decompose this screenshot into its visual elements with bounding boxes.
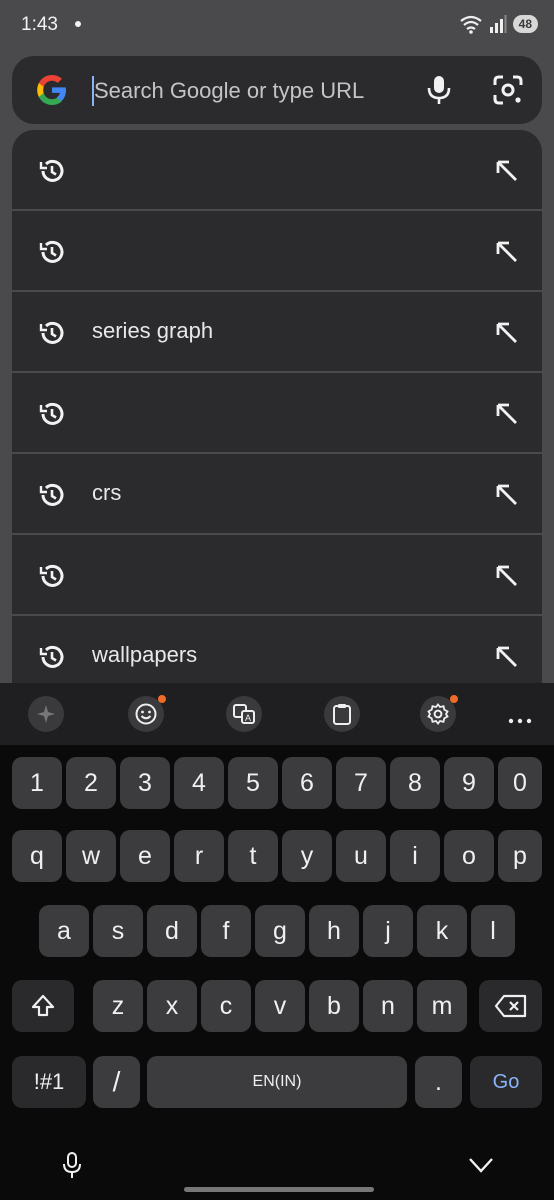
- keyboard-toolbar: A: [0, 683, 554, 745]
- key-o[interactable]: o: [444, 830, 494, 882]
- fill-query-arrow-icon[interactable]: [494, 239, 520, 265]
- key-slash[interactable]: /: [93, 1056, 140, 1108]
- backspace-icon: [494, 994, 526, 1018]
- wifi-icon: [459, 15, 482, 34]
- key-l[interactable]: l: [471, 905, 515, 957]
- key-9[interactable]: 9: [444, 757, 494, 809]
- more-icon[interactable]: [508, 711, 532, 729]
- notification-dot-icon: [75, 21, 81, 27]
- key-w[interactable]: w: [66, 830, 116, 882]
- status-time: 1:43: [21, 14, 58, 35]
- suggestion-item[interactable]: crs: [12, 454, 542, 535]
- keyboard: [0, 745, 554, 1200]
- key-m[interactable]: m: [417, 980, 467, 1032]
- key-v[interactable]: v: [255, 980, 305, 1032]
- suggestion-item[interactable]: [12, 535, 542, 616]
- key-e[interactable]: e: [120, 830, 170, 882]
- key-p[interactable]: p: [498, 830, 542, 882]
- key-s[interactable]: s: [93, 905, 143, 957]
- suggestion-text: series graph: [92, 318, 214, 343]
- search-input[interactable]: [94, 73, 424, 109]
- key-d[interactable]: d: [147, 905, 197, 957]
- clipboard-icon[interactable]: [324, 696, 360, 732]
- settings-icon[interactable]: [420, 695, 458, 732]
- symbols-key[interactable]: !#1: [12, 1056, 86, 1108]
- history-icon: [39, 402, 64, 425]
- fill-query-arrow-icon[interactable]: [494, 401, 520, 427]
- space-key[interactable]: EN(IN): [147, 1056, 407, 1108]
- go-key[interactable]: Go: [470, 1056, 542, 1108]
- key-g[interactable]: g: [255, 905, 305, 957]
- key-n[interactable]: n: [363, 980, 413, 1032]
- key-5[interactable]: 5: [228, 757, 278, 809]
- suggestion-item[interactable]: [12, 211, 542, 292]
- key-a[interactable]: a: [39, 905, 89, 957]
- key-c[interactable]: c: [201, 980, 251, 1032]
- key-h[interactable]: h: [309, 905, 359, 957]
- fill-query-arrow-icon[interactable]: [494, 158, 520, 184]
- battery-indicator: 48: [512, 15, 538, 33]
- fill-query-arrow-icon[interactable]: [494, 644, 520, 670]
- history-icon: [39, 564, 64, 587]
- key-8[interactable]: 8: [390, 757, 440, 809]
- suggestion-text: wallpapers: [92, 642, 198, 667]
- svg-text:A: A: [245, 713, 251, 723]
- key-t[interactable]: t: [228, 830, 278, 882]
- key-r[interactable]: r: [174, 830, 224, 882]
- key-period[interactable]: .: [415, 1056, 462, 1108]
- notification-badge: [158, 695, 166, 703]
- hide-keyboard-chevron-down-icon[interactable]: [468, 1156, 494, 1174]
- fill-query-arrow-icon[interactable]: [494, 320, 520, 346]
- signal-icon: [489, 15, 507, 33]
- key-6[interactable]: 6: [282, 757, 332, 809]
- shift-key[interactable]: [12, 980, 74, 1032]
- suggestion-item[interactable]: [12, 373, 542, 454]
- key-2[interactable]: 2: [66, 757, 116, 809]
- key-0[interactable]: 0: [498, 757, 542, 809]
- voice-input-mic-icon[interactable]: [61, 1152, 83, 1180]
- history-icon: [39, 159, 64, 182]
- key-j[interactable]: j: [363, 905, 413, 957]
- emoji-icon[interactable]: [128, 695, 166, 732]
- key-y[interactable]: y: [282, 830, 332, 882]
- status-bar: 1:43 48: [0, 0, 554, 52]
- backspace-key[interactable]: [479, 980, 542, 1032]
- notification-badge: [450, 695, 458, 703]
- key-3[interactable]: 3: [120, 757, 170, 809]
- history-icon: [39, 645, 64, 668]
- google-lens-icon[interactable]: [492, 74, 524, 106]
- key-k[interactable]: k: [417, 905, 467, 957]
- fill-query-arrow-icon[interactable]: [494, 563, 520, 589]
- sparkle-icon[interactable]: [28, 696, 64, 732]
- suggestion-item[interactable]: series graph: [12, 292, 542, 373]
- key-z[interactable]: z: [93, 980, 143, 1032]
- key-f[interactable]: f: [201, 905, 251, 957]
- key-b[interactable]: b: [309, 980, 359, 1032]
- key-x[interactable]: x: [147, 980, 197, 1032]
- voice-search-mic-icon[interactable]: [424, 74, 454, 106]
- key-u[interactable]: u: [336, 830, 386, 882]
- suggestion-list: series graph crs wallpapers: [12, 130, 542, 697]
- translate-icon[interactable]: A: [226, 696, 262, 732]
- suggestion-text: crs: [92, 480, 122, 505]
- key-i[interactable]: i: [390, 830, 440, 882]
- shift-icon: [31, 994, 55, 1017]
- key-4[interactable]: 4: [174, 757, 224, 809]
- history-icon: [39, 240, 64, 263]
- fill-query-arrow-icon[interactable]: [494, 482, 520, 508]
- google-logo-icon: [37, 75, 66, 105]
- history-icon: [39, 321, 64, 344]
- suggestion-item[interactable]: [12, 130, 542, 211]
- key-1[interactable]: 1: [12, 757, 62, 809]
- gesture-handle[interactable]: [184, 1187, 374, 1192]
- status-icons: 48: [459, 14, 538, 34]
- history-icon: [39, 483, 64, 506]
- key-q[interactable]: q: [12, 830, 62, 882]
- key-7[interactable]: 7: [336, 757, 386, 809]
